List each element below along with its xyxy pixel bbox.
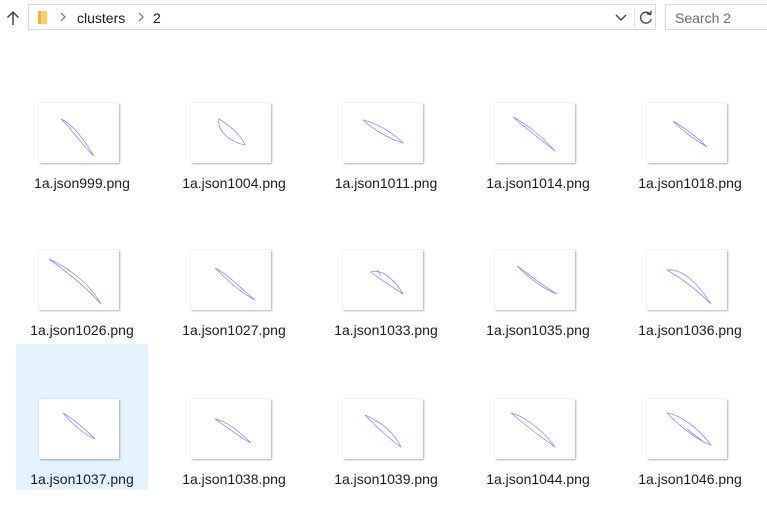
file-item[interactable]: 1a.json999.png [16,84,148,230]
file-name: 1a.json1037.png [30,471,134,487]
breadcrumb-separator-icon [60,12,66,22]
search-box[interactable]: Search 2 [665,4,767,30]
image-thumbnail [495,250,575,310]
file-item[interactable]: 1a.json1018.png [624,84,756,230]
file-name: 1a.json1014.png [486,175,590,191]
image-thumbnail [343,103,423,163]
image-thumbnail [343,399,423,459]
chevron-down-icon[interactable] [613,9,629,25]
file-name: 1a.json1046.png [638,471,742,487]
file-item[interactable]: 1a.json1039.png [320,344,452,490]
address-bar[interactable]: clusters 2 [28,4,656,30]
image-thumbnail [39,250,119,310]
file-explorer-window: clusters 2 Search 2 1a.json999.png 1a.js… [0,0,767,510]
file-name: 1a.json1011.png [334,175,438,191]
up-arrow-icon [7,11,19,25]
image-thumbnail [191,399,271,459]
file-name: 1a.json1044.png [486,471,590,487]
image-thumbnail [39,399,119,459]
file-name: 1a.json1035.png [486,322,590,338]
file-item[interactable]: 1a.json1038.png [168,344,300,490]
image-thumbnail [191,103,271,163]
file-item[interactable]: 1a.json1046.png [624,344,756,490]
file-name: 1a.json1004.png [182,175,286,191]
image-thumbnail [343,250,423,310]
navigation-bar: clusters 2 Search 2 [0,0,767,36]
file-item[interactable]: 1a.json1011.png [320,84,452,230]
file-name: 1a.json1027.png [182,322,286,338]
image-thumbnail [647,399,727,459]
file-item-selected[interactable]: 1a.json1037.png [16,344,148,490]
file-item[interactable]: 1a.json1014.png [472,84,604,230]
file-name: 1a.json1039.png [334,471,438,487]
image-thumbnail [191,250,271,310]
search-input[interactable]: Search 2 [675,9,731,27]
breadcrumb-separator-icon [138,12,144,22]
file-name: 1a.json1018.png [638,175,742,191]
file-name: 1a.json1033.png [334,322,438,338]
image-thumbnail [495,103,575,163]
breadcrumb-clusters[interactable]: clusters [77,9,125,27]
image-thumbnail [39,103,119,163]
image-thumbnail [647,250,727,310]
address-divider [634,8,635,27]
file-name: 1a.json1036.png [638,322,742,338]
file-grid: 1a.json999.png 1a.json1004.png 1a.json10… [0,36,767,510]
image-thumbnail [647,103,727,163]
refresh-icon[interactable] [637,8,655,27]
folder-icon [38,11,47,24]
file-name: 1a.json1038.png [182,471,286,487]
file-name: 1a.json999.png [34,175,130,191]
file-item[interactable]: 1a.json1004.png [168,84,300,230]
breadcrumb-current[interactable]: 2 [153,9,161,27]
up-button[interactable] [0,6,26,30]
image-thumbnail [495,399,575,459]
file-item[interactable]: 1a.json1044.png [472,344,604,490]
file-name: 1a.json1026.png [30,322,134,338]
